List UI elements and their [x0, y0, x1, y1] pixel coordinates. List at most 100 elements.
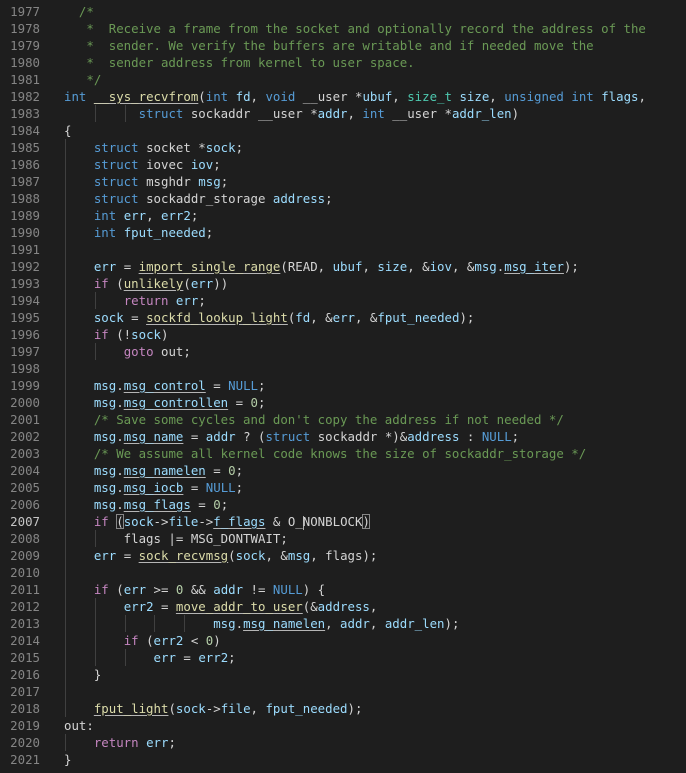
code-line[interactable]: 1986 struct iovec iov; [0, 156, 686, 173]
code-token: int [205, 89, 229, 104]
code-token: */ [64, 72, 102, 87]
line-number: 1991 [10, 242, 40, 257]
code-line[interactable]: 2020 return err; [0, 734, 686, 751]
code-line[interactable]: 1993 if (unlikely(err)) [0, 275, 686, 292]
line-number: 1984 [10, 123, 40, 138]
code-token: ; [235, 463, 244, 478]
code-token: /* [64, 4, 94, 19]
code-token: sock [205, 140, 236, 155]
code-line[interactable]: 2004 msg.msg_namelen = 0; [0, 462, 686, 479]
line-number: 2019 [10, 718, 40, 733]
code-token: , [325, 616, 341, 631]
code-line[interactable]: 2018 fput_light(sock->file, fput_needed)… [0, 700, 686, 717]
code-line[interactable]: 1981 */ [0, 71, 686, 88]
code-line[interactable]: 2013 msg.msg_namelen, addr, addr_len); [0, 615, 686, 632]
code-text: err = err2; [64, 649, 236, 666]
code-line[interactable]: 1992 err = import_single_range(READ, ubu… [0, 258, 686, 275]
code-text: int fput_needed; [64, 224, 213, 241]
code-token: = [116, 548, 139, 563]
line-number: 2003 [10, 446, 40, 461]
code-line[interactable]: 2000 msg.msg_controllen = 0; [0, 394, 686, 411]
code-line[interactable]: 1999 msg.msg_control = NULL; [0, 377, 686, 394]
line-number: 2017 [10, 684, 40, 699]
code-line[interactable]: 1991 [0, 241, 686, 258]
code-editor[interactable]: 1977 /* 1978 * Receive a frame from the s… [0, 0, 686, 773]
code-line[interactable]: 2017 [0, 683, 686, 700]
code-token: msg [93, 378, 117, 393]
code-line[interactable]: 1977 /* [0, 3, 686, 20]
code-line[interactable]: 2005 msg.msg_iocb = NULL; [0, 479, 686, 496]
code-line[interactable]: 2009 err = sock_recvmsg(sock, &msg, flag… [0, 547, 686, 564]
code-line[interactable]: 1990 int fput_needed; [0, 224, 686, 241]
code-line[interactable]: 2012 err2 = move_addr_to_user(&address, [0, 598, 686, 615]
code-token: . [116, 395, 124, 410]
code-token: = [183, 429, 206, 444]
code-line[interactable]: 2021} [0, 751, 686, 768]
code-token: , [347, 106, 363, 121]
code-token: . [116, 429, 124, 444]
code-line[interactable]: 2011 if (err >= 0 && addr != NULL) { [0, 581, 686, 598]
code-token: msg [287, 548, 311, 563]
code-line[interactable]: 1985 struct socket *sock; [0, 139, 686, 156]
code-token: ) { [302, 582, 326, 597]
code-token: NULL [272, 582, 303, 597]
code-token: fput_needed [265, 701, 348, 716]
code-token: int [93, 208, 117, 223]
code-text: if (err >= 0 && addr != NULL) { [64, 581, 325, 598]
code-token: (READ, [280, 259, 333, 274]
code-token: ; [325, 191, 333, 206]
code-line[interactable]: 2007 if (sock->file->f_flags & O_NONBLOC… [0, 513, 686, 530]
code-token: err2 [161, 208, 191, 223]
code-text: msg.msg_flags = 0; [64, 496, 228, 513]
code-line[interactable]: 1987 struct msghdr msg; [0, 173, 686, 190]
code-line[interactable]: 2008 flags |= MSG_DONTWAIT; [0, 530, 686, 547]
code-line[interactable]: 1988 struct sockaddr_storage address; [0, 190, 686, 207]
code-line[interactable]: 1989 int err, err2; [0, 207, 686, 224]
line-number: 2010 [10, 565, 40, 580]
code-line[interactable]: 2016 } [0, 666, 686, 683]
line-number: 1985 [10, 140, 40, 155]
code-token: if [93, 327, 109, 342]
code-token: . [235, 616, 244, 631]
code-line[interactable]: 2003 /* We assume all kernel code knows … [0, 445, 686, 462]
code-line[interactable]: 1982 int __sys_recvfrom(int fd, void __us… [0, 88, 686, 105]
code-line[interactable]: 1995 sock = sockfd_lookup_light(fd, &err… [0, 309, 686, 326]
code-line[interactable]: 1983 struct sockaddr __user *addr, int _… [0, 105, 686, 122]
code-line[interactable]: 2006 msg.msg_flags = 0; [0, 496, 686, 513]
code-token: /* Save some cycles and don't copy the a… [93, 412, 564, 427]
code-line[interactable]: 2015 err = err2; [0, 649, 686, 666]
code-line[interactable]: 1994 return err; [0, 292, 686, 309]
code-token: ); [563, 259, 579, 274]
code-token: size_t [407, 89, 452, 104]
line-number: 1982 [10, 89, 40, 104]
code-text: return err; [64, 734, 176, 751]
code-line[interactable]: 1998 [0, 360, 686, 377]
code-token: err2 [198, 650, 229, 665]
code-text: * sender. We verify the buffers are writ… [64, 37, 593, 54]
code-line[interactable]: 1980 * sender address from kernel to use… [0, 54, 686, 71]
code-token: addr_len [451, 106, 512, 121]
line-number: 2021 [10, 752, 40, 767]
code-line[interactable]: 1979 * sender. We verify the buffers are… [0, 37, 686, 54]
code-line[interactable]: 1978 * Receive a frame from the socket a… [0, 20, 686, 37]
code-line[interactable]: 1984 { [0, 122, 686, 139]
code-line[interactable]: 1996 if (!sock) [0, 326, 686, 343]
code-line[interactable]: 2019 out: [0, 717, 686, 734]
code-line[interactable]: 2002 msg.msg_name = addr ? (struct socka… [0, 428, 686, 445]
code-token: struct [265, 429, 311, 444]
code-token: : [459, 429, 482, 444]
code-line[interactable]: 2010 [0, 564, 686, 581]
code-line[interactable]: 2001 /* Save some cycles and don't copy … [0, 411, 686, 428]
code-token: iovec [138, 157, 191, 172]
code-line[interactable]: 2014 if (err2 < 0) [0, 632, 686, 649]
code-line[interactable]: 1997 goto out; [0, 343, 686, 360]
code-text: out: [64, 717, 94, 734]
